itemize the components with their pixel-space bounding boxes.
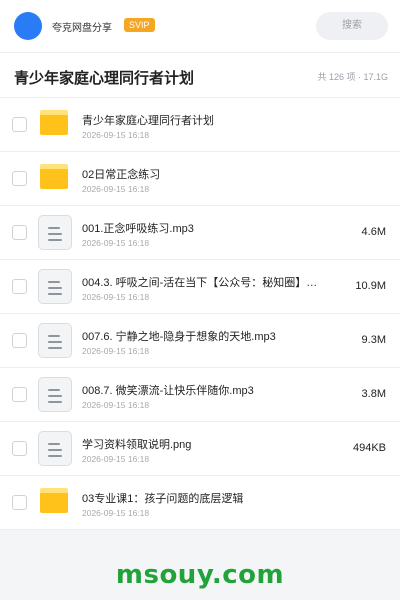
list-item[interactable]: 03专业课1：孩子问题的底层逻辑 2026-09-15 16:18 (0, 476, 400, 530)
file-icon (38, 377, 72, 412)
file-size: 494KB (352, 442, 386, 454)
file-size: 4.6M (361, 226, 386, 238)
select-checkbox[interactable] (12, 333, 27, 348)
select-checkbox[interactable] (12, 171, 27, 186)
list-item[interactable]: 008.7. 微笑漂流-让快乐伴随你.mp3 2026-09-15 16:18 3.… (0, 368, 400, 422)
select-checkbox[interactable] (12, 225, 27, 240)
search-input[interactable]: 搜索 (316, 12, 388, 40)
file-size: 9.3M (361, 334, 386, 346)
page-title: 青少年家庭心理同行者计划 (14, 70, 195, 87)
file-icon (38, 431, 72, 466)
select-checkbox[interactable] (12, 441, 27, 456)
folder-icon (40, 164, 68, 189)
file-date: 2026-09-15 16:18 (82, 400, 150, 410)
list-item[interactable]: 02日常正念练习 2026-09-15 16:18 (0, 152, 400, 206)
file-name[interactable]: 001.正念呼吸练习.mp3 (82, 220, 322, 236)
list-item[interactable]: 007.6. 宁静之地-隐身于想象的天地.mp3 2026-09-15 16:18… (0, 314, 400, 368)
select-checkbox[interactable] (12, 117, 27, 132)
file-icon (38, 215, 72, 250)
file-name[interactable]: 03专业课1：孩子问题的底层逻辑 (82, 490, 322, 506)
file-name[interactable]: 青少年家庭心理同行者计划 (82, 112, 322, 128)
avatar[interactable] (14, 12, 42, 40)
file-size: 3.8M (361, 388, 386, 400)
user-name: 夸克网盘分享 (52, 23, 112, 34)
list-item[interactable]: 001.正念呼吸练习.mp3 2026-09-15 16:18 4.6M (0, 206, 400, 260)
file-icon (38, 323, 72, 358)
file-date: 2026-09-15 16:18 (82, 130, 150, 140)
file-name[interactable]: 007.6. 宁静之地-隐身于想象的天地.mp3 (82, 328, 322, 344)
list-item[interactable]: 学习资料领取说明.png 2026-09-15 16:18 494KB (0, 422, 400, 476)
file-name[interactable]: 02日常正念练习 (82, 166, 322, 182)
folder-header: 青少年家庭心理同行者计划 共 126 项 · 17.1G (0, 53, 400, 98)
list-item[interactable]: 青少年家庭心理同行者计划 2026-09-15 16:18 (0, 98, 400, 152)
file-date: 2026-09-15 16:18 (82, 292, 150, 302)
file-date: 2026-09-15 16:18 (82, 238, 150, 248)
file-name[interactable]: 004.3. 呼吸之间-活在当下【公众号：秘知圈】… (82, 274, 322, 290)
file-list: 青少年家庭心理同行者计划 2026-09-15 16:18 02日常正念练习 2026… (0, 98, 400, 530)
file-icon (38, 269, 72, 304)
top-bar: 夸克网盘分享 SVIP 搜索 (0, 0, 400, 53)
file-date: 2026-09-15 16:18 (82, 346, 150, 356)
file-date: 2026-09-15 16:18 (82, 454, 150, 464)
file-date: 2026-09-15 16:18 (82, 508, 150, 518)
folder-icon (40, 110, 68, 135)
file-name[interactable]: 学习资料领取说明.png (82, 436, 322, 452)
select-checkbox[interactable] (12, 387, 27, 402)
list-item[interactable]: 004.3. 呼吸之间-活在当下【公众号：秘知圈】… 2026-09-15 16:… (0, 260, 400, 314)
file-size: 10.9M (355, 280, 386, 292)
watermark: msouy.com (115, 560, 285, 590)
select-checkbox[interactable] (12, 495, 27, 510)
file-name[interactable]: 008.7. 微笑漂流-让快乐伴随你.mp3 (82, 382, 322, 398)
file-date: 2026-09-15 16:18 (82, 184, 150, 194)
folder-meta: 共 126 项 · 17.1G (317, 72, 388, 82)
folder-icon (40, 488, 68, 513)
select-checkbox[interactable] (12, 279, 27, 294)
vip-badge: SVIP (124, 18, 155, 32)
